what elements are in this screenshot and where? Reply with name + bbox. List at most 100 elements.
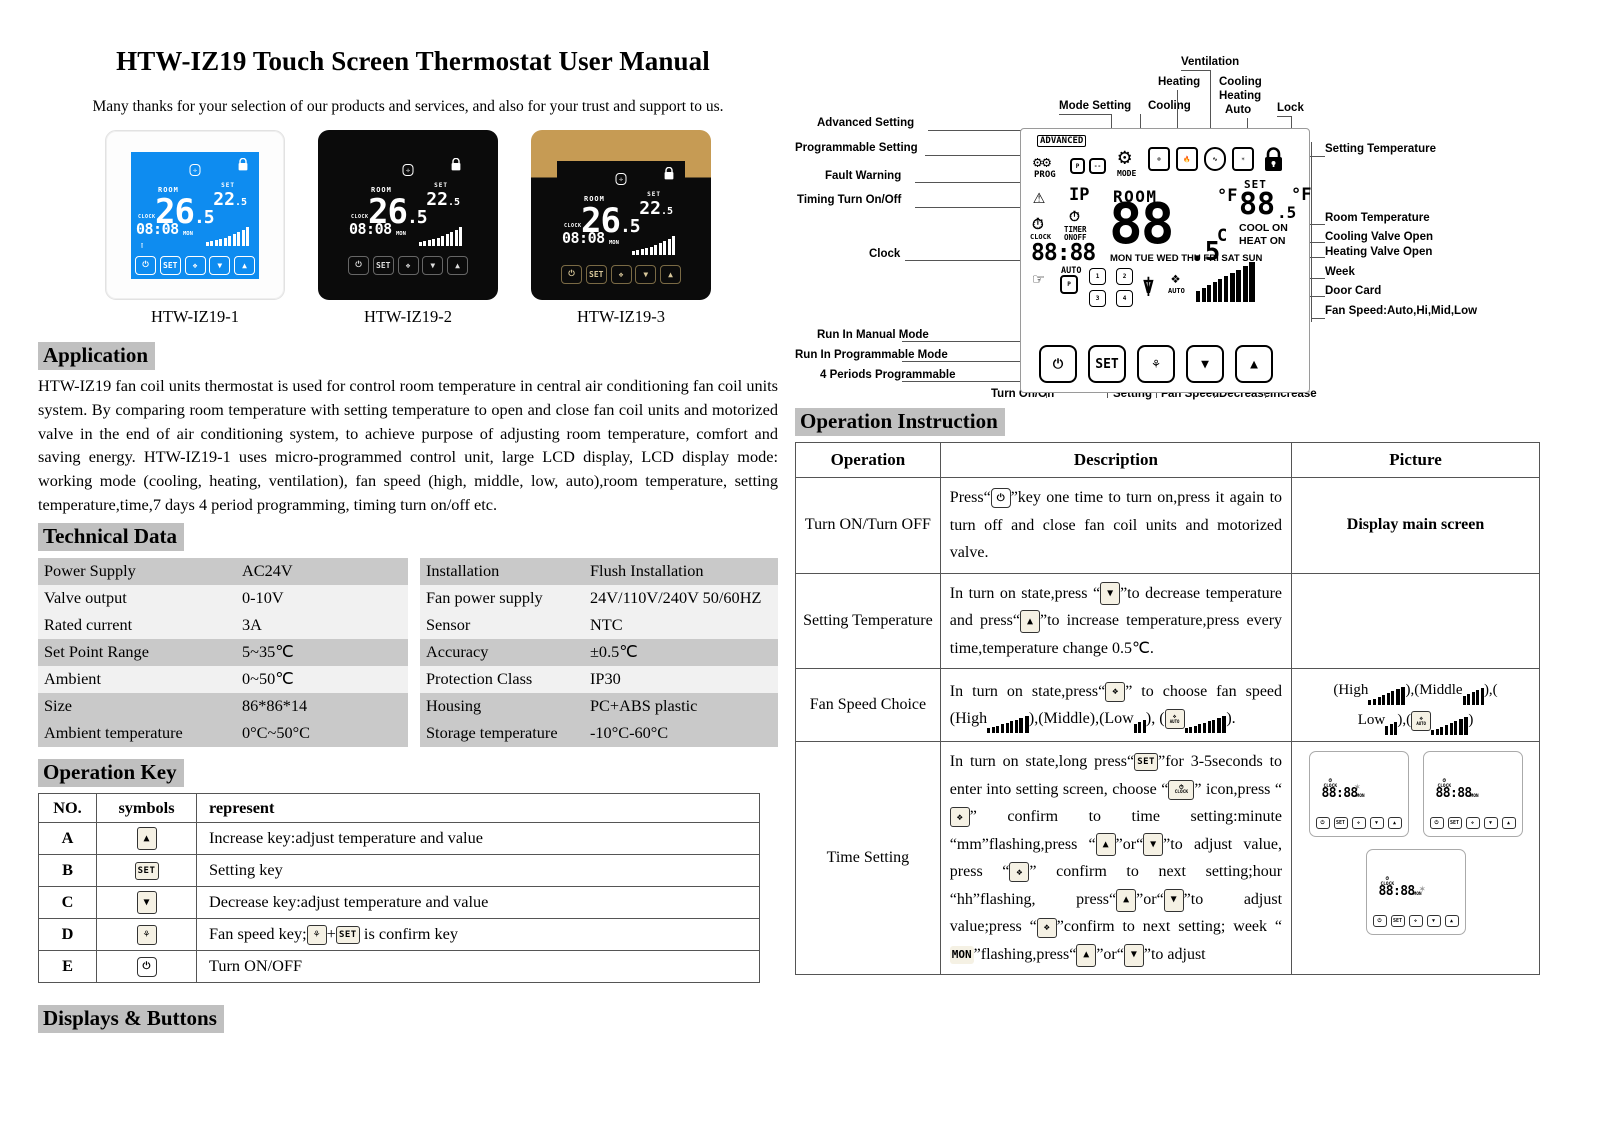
power-icon: ⏻	[136, 956, 157, 977]
pic-label-middle: ),(Middle	[1405, 682, 1463, 699]
unit-f-left: °F	[1217, 186, 1238, 206]
table-row: Ambient 0~50℃ Protection Class IP30	[38, 665, 778, 693]
fan-key[interactable]: ⚘	[1137, 345, 1175, 383]
mode-gear-icon: ⚙	[1118, 145, 1132, 170]
decrease-key[interactable]: ▼	[209, 255, 231, 275]
week-day: MON	[183, 230, 193, 237]
fan-key[interactable]: ❖	[610, 264, 632, 284]
desc-text: In turn on state,long press“	[949, 753, 1135, 771]
power-key[interactable]: ⏻	[1372, 915, 1387, 928]
set-key[interactable]: SET	[1390, 915, 1405, 928]
diagram-label-room-temperature: Room Temperature	[1325, 212, 1430, 224]
fan-key[interactable]: ❖	[397, 255, 419, 275]
tech-value: Flush Installation	[580, 557, 778, 585]
decrease-key[interactable]: ▼	[1483, 817, 1498, 830]
decrease-key[interactable]: ▼	[635, 264, 657, 284]
mini-thermostat-hour: ⏱ CLOCK 88:88 MON ⏻ SET ❖ ▼ ▲	[1422, 751, 1523, 838]
set-key[interactable]: SET	[1447, 817, 1462, 830]
power-key[interactable]: ⏻	[1039, 345, 1077, 383]
fan-key[interactable]: ❖	[1351, 817, 1366, 830]
fan-icon: ⚘	[306, 924, 327, 945]
period-3-icon: 3	[1089, 290, 1106, 307]
set-key[interactable]: SET	[372, 255, 394, 275]
set-key[interactable]: SET	[1088, 345, 1126, 383]
fan-key[interactable]: ❖	[1465, 817, 1480, 830]
operation-name: Fan Speed Choice	[795, 668, 941, 743]
fan-speed-bars	[1196, 262, 1256, 302]
table-header-row: NO. symbols represent	[38, 792, 760, 823]
tech-value: 5~35℃	[208, 638, 408, 666]
fan-bars-high	[1368, 687, 1406, 706]
power-key[interactable]: ⏻	[135, 255, 156, 275]
increase-key[interactable]: ▲	[1444, 915, 1459, 928]
set-key[interactable]: SET	[585, 264, 607, 284]
increase-key[interactable]: ▲	[660, 264, 681, 284]
fan-bars-low	[1133, 719, 1146, 733]
timer-icon: ⏱	[1069, 209, 1080, 225]
increase-key[interactable]: ▲	[1387, 817, 1402, 830]
product-photo-2: ✢ ROOM 26.5 SET 22.5 CLOCK 08:08 MON ⏻ S…	[318, 130, 498, 300]
picture-cell: (High),(Middle),( Low),(❖ AUTO)	[1291, 668, 1540, 743]
spacer	[408, 665, 420, 693]
mode-icon: ✢	[402, 159, 414, 177]
operation-description: In turn on state,press“ ❖” to choose fan …	[939, 668, 1293, 743]
fan-auto-label: AUTO	[1168, 287, 1185, 295]
decrease-key[interactable]: ▼	[1426, 915, 1441, 928]
lcd-screen-3: ✢ ROOM 26.5 SET 22.5 CLOCK 08:08 MON ⏻ S…	[557, 160, 685, 288]
fan-icon: ❖	[1105, 681, 1126, 702]
application-heading: Application	[38, 342, 156, 370]
diagram-label-cooling-top: Cooling	[1219, 76, 1262, 88]
diagram-label-programmable-setting: Programmable Setting	[795, 142, 918, 154]
set-value: 88	[1239, 187, 1276, 222]
key-symbol-cell: ▲	[96, 821, 197, 855]
table-row: E ⏻ Turn ON/OFF	[38, 949, 760, 983]
key-description: Setting key	[196, 853, 760, 887]
increase-key[interactable]: ▲	[234, 255, 255, 275]
set-key[interactable]: SET	[159, 255, 181, 275]
decrease-icon: ▼	[1123, 943, 1144, 967]
power-key[interactable]: ⏻	[1429, 817, 1444, 830]
diagram-label-cooling-valve-open: Cooling Valve Open	[1325, 231, 1433, 243]
spacer	[408, 557, 420, 585]
operation-description: In turn on state,press “▼ ”to decrease te…	[939, 572, 1293, 670]
auto-mode-icon: ☀	[1232, 147, 1254, 171]
power-key[interactable]: ⏻	[561, 264, 582, 284]
tech-key: Size	[38, 692, 208, 720]
increase-key[interactable]: ▲	[1235, 345, 1273, 383]
fan-key[interactable]: ❖	[184, 255, 206, 275]
key-no: E	[38, 949, 97, 983]
schematic-key-row: ⏻ SET ⚘ ▼ ▲	[1039, 345, 1273, 383]
mon-icon: MON	[949, 945, 974, 965]
fan-key-text-pre: Fan speed key;	[209, 923, 307, 943]
power-icon: ⏻	[990, 488, 1011, 509]
tech-key: Protection Class	[420, 665, 580, 693]
fan-icon: ❖	[949, 807, 970, 828]
table-row: Valve output 0-10V Fan power supply 24V/…	[38, 584, 778, 612]
pic-label-high: (High	[1333, 682, 1369, 699]
thanks-text: Many thanks for your selection of our pr…	[92, 98, 724, 115]
fan-speed-bars	[418, 226, 462, 246]
fan-key[interactable]: ❖	[1408, 915, 1423, 928]
desc-text: ), (	[1145, 710, 1165, 728]
col-symbols: symbols	[96, 792, 197, 823]
decrease-key[interactable]: ▼	[422, 255, 444, 275]
decrease-key[interactable]: ▼	[1186, 345, 1224, 383]
power-key[interactable]: ⏻	[1315, 817, 1330, 830]
decrease-key[interactable]: ▼	[1369, 817, 1384, 830]
desc-text: ”confirm to next setting; week “	[1056, 918, 1283, 936]
increase-key[interactable]: ▲	[1501, 817, 1516, 830]
auto-program-icon: ▯	[140, 240, 145, 249]
tech-key: Ambient	[38, 665, 208, 693]
week-day: MON	[609, 239, 619, 246]
tech-key: Rated current	[38, 611, 208, 639]
key-symbol-cell: ⏻	[96, 949, 197, 983]
tech-value: 86*86*14	[208, 692, 408, 720]
diagram-label-clock: Clock	[869, 248, 901, 260]
table-row: Setting Temperature In turn on state,pre…	[795, 572, 1540, 670]
increase-key[interactable]: ▲	[447, 255, 468, 275]
operation-name: Turn ON/Turn OFF	[795, 477, 941, 574]
set-key[interactable]: SET	[1333, 817, 1348, 830]
diagram-label-heating: Heating	[1158, 76, 1201, 88]
power-key[interactable]: ⏻	[348, 255, 369, 275]
leader-line	[1311, 142, 1312, 322]
